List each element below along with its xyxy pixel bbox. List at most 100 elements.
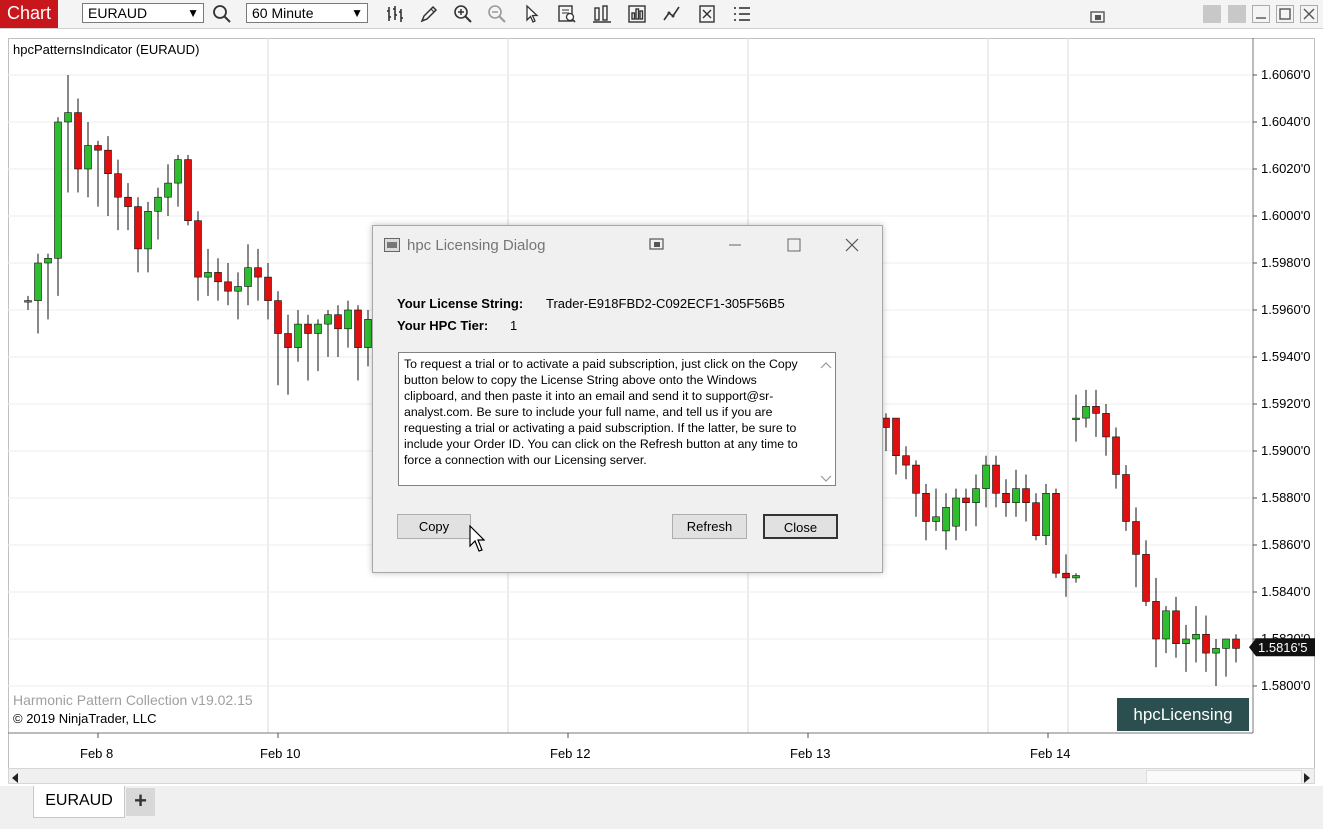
zoom-in-icon[interactable] [452,3,474,25]
bar-type-icon[interactable] [384,3,406,25]
dialog-close-icon[interactable] [844,237,860,256]
candle-body [164,182,172,198]
candle-body [952,497,960,527]
minimize-icon [1252,5,1270,23]
candle-body [364,319,372,348]
restore-icon[interactable] [1088,6,1110,28]
time-tick-label: Feb 10 [260,746,300,761]
price-tick-label: 1.5800'0 [1261,678,1310,693]
dialog-maximize-icon[interactable] [786,237,802,256]
draw-pencil-icon[interactable] [418,3,440,25]
restore-icon[interactable] [649,237,665,254]
candle-body [972,488,980,504]
price-tick-label: 1.6020'0 [1261,161,1310,176]
properties-icon[interactable] [696,3,718,25]
interval-value: 60 Minute [252,5,314,21]
list-icon[interactable] [731,3,753,25]
candle-body [1142,554,1150,602]
candle-body [1232,638,1240,649]
candle-body [1132,521,1140,555]
hpc-tier-value: 1 [510,318,518,333]
maximize-button[interactable] [1276,5,1294,23]
candle-body [922,492,930,522]
license-string-value: Trader-E918FBD2-C092ECF1-305F56B5 [546,296,785,311]
candle-body [294,323,302,348]
price-tick-label: 1.5980'0 [1261,255,1310,270]
chart-trader-icon[interactable] [661,3,683,25]
instrument-value: EURAUD [88,5,148,21]
scroll-right-icon[interactable] [1303,771,1311,786]
window-tile-right-button[interactable] [1228,5,1246,23]
dialog-minimize-icon[interactable] [727,238,743,255]
candle-body [1032,502,1040,536]
hpc-licensing-button[interactable]: hpcLicensing [1117,698,1249,731]
close-button[interactable]: Close [763,514,838,539]
candle-body [1072,575,1080,579]
current-price-label: 1.5816'5 [1258,640,1307,655]
instrument-select[interactable]: EURAUD ▼ [82,3,204,23]
candle-body [104,149,112,174]
candle-body [244,267,252,287]
indicator-label: hpcPatternsIndicator (EURAUD) [13,42,200,57]
scroll-down-icon[interactable] [820,471,832,486]
candle-body [254,267,262,278]
candle-body [194,220,202,278]
candle-body [882,417,890,428]
candle-body [54,121,62,259]
candle-body [354,309,362,348]
candle-body [1122,474,1130,522]
candle-body [204,272,212,278]
horizontal-scrollbar[interactable] [8,768,1315,784]
time-tick-label: Feb 12 [550,746,590,761]
candle-body [234,286,242,292]
candle-body [324,314,332,325]
candle-body [1082,406,1090,419]
hpc-tier-label: Your HPC Tier: [397,318,489,333]
candle-body [154,196,162,212]
tab-euraud[interactable]: EURAUD [33,786,125,818]
candle-body [1052,492,1060,574]
close-window-button[interactable] [1300,5,1318,23]
window-tile-left-button[interactable] [1203,5,1221,23]
candle-body [24,300,32,303]
price-tick-label: 1.5840'0 [1261,584,1310,599]
candle-body [892,417,900,457]
candle-body [1222,638,1230,649]
scroll-up-icon[interactable] [820,357,832,372]
candle-body [1182,638,1190,644]
candle-body [1102,413,1110,438]
candle-body [264,276,272,301]
candle-body [114,173,122,198]
candle-body [144,211,152,250]
close-icon [1300,5,1318,23]
refresh-button[interactable]: Refresh [672,514,747,539]
candle-body [134,206,142,250]
pointer-icon[interactable] [521,3,543,25]
price-tick-label: 1.6060'0 [1261,67,1310,82]
add-tab-button[interactable]: + [126,788,155,816]
candle-body [84,145,92,170]
candle-body [1012,488,1020,504]
candle-body [124,196,132,207]
candle-body [1022,488,1030,504]
candle-body [304,323,312,334]
candle-body [912,464,920,494]
minimize-button[interactable] [1252,5,1270,23]
strategies-icon[interactable] [626,3,648,25]
data-box-icon[interactable] [556,3,578,25]
candle-body [224,281,232,292]
copyright-text: © 2019 NinjaTrader, LLC [13,711,157,726]
candle-body [1002,492,1010,503]
scroll-left-icon[interactable] [11,771,19,786]
price-tick-label: 1.5860'0 [1261,537,1310,552]
copy-button[interactable]: Copy [397,514,471,539]
candle-body [942,507,950,532]
indicators-icon[interactable] [591,3,613,25]
candle-body [1192,633,1200,640]
dialog-title: hpc Licensing Dialog [407,237,546,254]
instructions-textbox[interactable]: To request a trial or to activate a paid… [398,352,836,486]
zoom-out-icon[interactable] [486,3,508,25]
interval-select[interactable]: 60 Minute ▼ [246,3,368,23]
search-icon[interactable] [211,3,233,25]
scroll-thumb[interactable] [1146,770,1302,784]
